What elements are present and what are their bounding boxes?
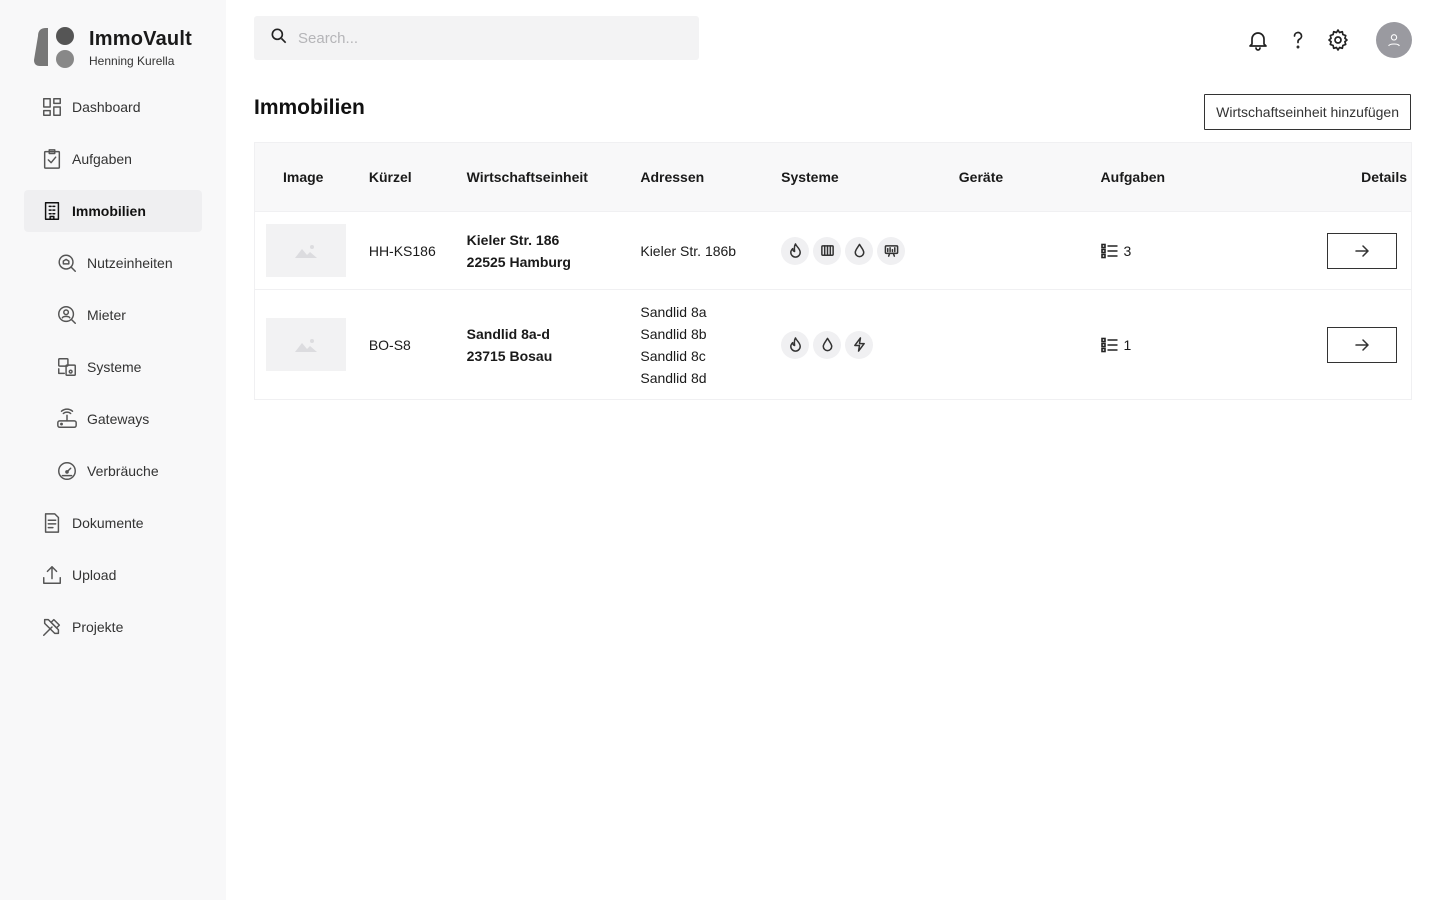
heating-flame-icon: [781, 236, 810, 265]
electricity-bolt-icon: [845, 330, 874, 359]
arrow-right-icon: [1355, 244, 1369, 257]
sidebar-item-dokumente[interactable]: Dokumente: [24, 502, 202, 544]
column-header-adressen[interactable]: Adressen: [640, 169, 781, 185]
sidebar-item-immobilien[interactable]: Immobilien: [24, 190, 202, 232]
column-header-details[interactable]: Details: [1290, 169, 1411, 185]
dashboard-icon: [40, 95, 64, 119]
brand[interactable]: ImmoVault Henning Kurella: [32, 26, 192, 70]
clipboard-check-icon: [40, 147, 64, 171]
avatar[interactable]: [1376, 22, 1412, 58]
sidebar-item-label: Upload: [72, 567, 117, 583]
properties-table: Image Kürzel Wirtschaftseinheit Adressen…: [254, 142, 1412, 400]
row-kuerzel: HH-KS186: [368, 242, 436, 259]
sidebar-item-label: Dashboard: [72, 99, 141, 115]
column-header-geraete[interactable]: Geräte: [959, 169, 1101, 185]
page-title: Immobilien: [254, 96, 365, 119]
sidebar-item-label: Systeme: [87, 359, 142, 375]
task-list-icon: [1100, 337, 1118, 352]
details-button[interactable]: [1327, 326, 1398, 363]
sidebar-item-label: Gateways: [87, 411, 150, 427]
column-header-image[interactable]: Image: [255, 169, 369, 185]
document-icon: [40, 511, 64, 535]
app-name: ImmoVault: [89, 28, 192, 50]
image-placeholder-icon: [295, 244, 317, 258]
property-image-placeholder: [266, 224, 346, 277]
sidebar-item-gateways[interactable]: Gateways: [24, 398, 202, 440]
gauge-icon: [55, 459, 79, 483]
task-list-icon: [1100, 243, 1118, 258]
display-meter-icon: [877, 236, 906, 265]
search-bar: [254, 16, 699, 60]
column-header-systeme[interactable]: Systeme: [781, 169, 959, 185]
user-name: Henning Kurella: [89, 54, 175, 68]
arrow-right-icon: [1355, 338, 1369, 351]
water-drop-icon: [813, 330, 842, 359]
sidebar-item-label: Nutzeinheiten: [87, 255, 173, 271]
row-address: Kieler Str. 186b: [640, 242, 737, 259]
sidebar-nav: Dashboard Aufgaben Immobilien Nutzeinhei…: [24, 86, 202, 658]
image-placeholder-icon: [295, 338, 317, 352]
row-unit-street: Kieler Str. 186: [466, 231, 560, 248]
row-address: Sandlid 8d: [640, 369, 707, 386]
water-drop-icon: [845, 236, 874, 265]
details-button[interactable]: [1327, 232, 1398, 269]
property-image-placeholder: [266, 318, 346, 371]
table-row[interactable]: HH-KS186 Kieler Str. 186 22525 Hamburg K…: [255, 211, 1411, 289]
sidebar-item-label: Projekte: [72, 619, 124, 635]
sidebar-item-label: Aufgaben: [72, 151, 132, 167]
heating-flame-icon: [781, 330, 810, 359]
immovault-logo: [32, 26, 76, 70]
column-header-aufgaben[interactable]: Aufgaben: [1101, 169, 1291, 185]
sidebar-item-label: Mieter: [87, 307, 126, 323]
sidebar-item-nutzeinheiten[interactable]: Nutzeinheiten: [24, 242, 202, 284]
user-search-icon: [55, 303, 79, 327]
search-home-icon: [55, 251, 79, 275]
sidebar-item-label: Immobilien: [72, 203, 146, 219]
sidebar: ImmoVault Henning Kurella Dashboard Aufg…: [0, 0, 226, 900]
tools-icon: [40, 615, 64, 639]
row-kuerzel: BO-S8: [368, 336, 411, 353]
sidebar-item-upload[interactable]: Upload: [24, 554, 202, 596]
sidebar-item-projekte[interactable]: Projekte: [24, 606, 202, 648]
sidebar-item-aufgaben[interactable]: Aufgaben: [24, 138, 202, 180]
devices-icon: [55, 355, 79, 379]
search-icon: [269, 26, 289, 51]
sidebar-item-mieter[interactable]: Mieter: [24, 294, 202, 336]
table-header: Image Kürzel Wirtschaftseinheit Adressen…: [255, 143, 1411, 211]
add-wirtschaftseinheit-button[interactable]: Wirtschaftseinheit hinzufügen: [1204, 94, 1411, 130]
gear-icon[interactable]: [1324, 26, 1352, 54]
task-count[interactable]: 3: [1100, 242, 1291, 259]
task-count-value: 1: [1123, 336, 1132, 353]
help-icon[interactable]: [1284, 26, 1312, 54]
task-count[interactable]: 1: [1100, 336, 1291, 353]
upload-icon: [40, 563, 64, 587]
sidebar-item-label: Verbräuche: [87, 463, 159, 479]
row-address: Sandlid 8c: [640, 347, 706, 364]
router-icon: [55, 407, 79, 431]
row-unit-city: 23715 Bosau: [466, 347, 553, 364]
sidebar-item-systeme[interactable]: Systeme: [24, 346, 202, 388]
row-unit-street: Sandlid 8a-d: [466, 325, 550, 342]
row-address: Sandlid 8b: [640, 325, 707, 342]
header-actions: [1232, 22, 1412, 58]
radiator-icon: [813, 236, 842, 265]
sidebar-item-dashboard[interactable]: Dashboard: [24, 86, 202, 128]
column-header-wirtschaftseinheit[interactable]: Wirtschaftseinheit: [467, 169, 641, 185]
row-unit-city: 22525 Hamburg: [466, 253, 571, 270]
search-input[interactable]: [298, 29, 678, 47]
table-row[interactable]: BO-S8 Sandlid 8a-d 23715 Bosau Sandlid 8…: [255, 289, 1411, 399]
sidebar-item-verbraeuche[interactable]: Verbräuche: [24, 450, 202, 492]
column-header-kuerzel[interactable]: Kürzel: [369, 169, 467, 185]
row-address: Sandlid 8a: [640, 303, 707, 320]
sidebar-item-label: Dokumente: [72, 515, 144, 531]
avatar-icon: [1388, 34, 1400, 47]
task-count-value: 3: [1123, 242, 1132, 259]
bell-icon[interactable]: [1244, 26, 1272, 54]
building-icon: [40, 199, 64, 223]
